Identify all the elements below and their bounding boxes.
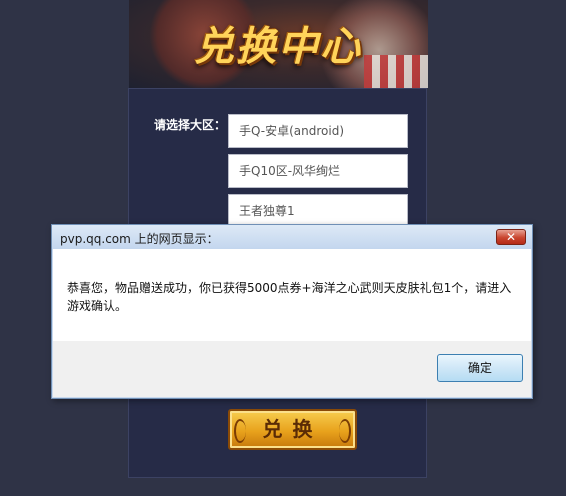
ornament-icon: [234, 419, 246, 443]
server-select[interactable]: 手Q10区-风华绚烂: [228, 154, 408, 188]
dialog-message: 恭喜您，物品赠送成功，你已获得5000点券+海洋之心武则天皮肤礼包1个，请进入游…: [67, 281, 512, 313]
region-label: 请选择大区：: [154, 118, 227, 132]
close-icon[interactable]: ✕: [496, 229, 526, 245]
ornament-icon: [339, 419, 351, 443]
banner-title: 兑换中心: [194, 24, 362, 70]
alert-dialog: pvp.qq.com 上的网页显示： ✕ 恭喜您，物品赠送成功，你已获得5000…: [51, 224, 533, 399]
exchange-button-label: 兑换: [262, 417, 323, 441]
platform-select[interactable]: 手Q-安卓(android): [228, 114, 408, 148]
dialog-body: 恭喜您，物品赠送成功，你已获得5000点券+海洋之心武则天皮肤礼包1个，请进入游…: [53, 249, 531, 341]
role-select[interactable]: 王者独尊1: [228, 194, 408, 228]
dialog-titlebar[interactable]: pvp.qq.com 上的网页显示： ✕: [52, 225, 532, 249]
exchange-center-banner: 兑换中心: [129, 0, 428, 88]
ok-button[interactable]: 确定: [437, 354, 523, 382]
exchange-button[interactable]: 兑换: [228, 409, 357, 450]
dialog-title: pvp.qq.com 上的网页显示：: [60, 232, 219, 246]
